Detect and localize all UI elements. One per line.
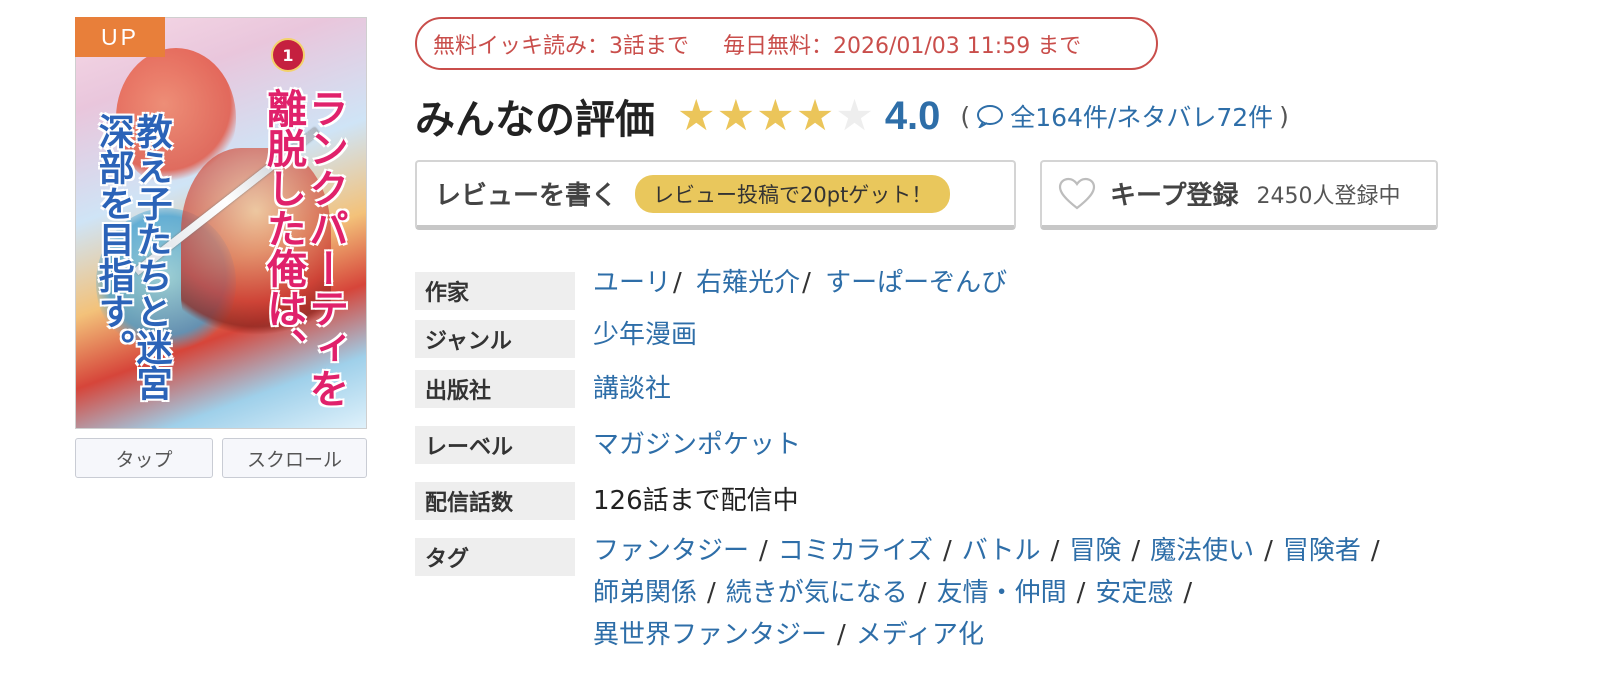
keep-register-count: 2450人登録中 bbox=[1256, 183, 1401, 209]
star-filled-icon: ★ bbox=[677, 90, 716, 141]
tag-separator: / bbox=[1050, 536, 1060, 566]
star-filled-icon: ★ bbox=[716, 90, 756, 141]
tags-label: タグ bbox=[415, 538, 575, 576]
tag-line: 師弟関係 / 続きが気になる / 友情・仲間 / 安定感 / bbox=[593, 572, 1493, 614]
free-daily-text: 毎日無料：2026/01/03 11:59 まで bbox=[723, 33, 1082, 59]
tag-line: 異世界ファンタジー / メディア化 bbox=[593, 614, 1493, 656]
tag-separator: / bbox=[837, 620, 846, 650]
tag-link[interactable]: 魔法使い bbox=[1150, 536, 1254, 566]
label-link[interactable]: マガジンポケット bbox=[593, 430, 801, 460]
heart-icon bbox=[1058, 177, 1096, 209]
author-link[interactable]: 右薙光介 bbox=[696, 268, 800, 298]
tap-mode-button[interactable]: タップ bbox=[75, 438, 213, 478]
tag-separator: / bbox=[1076, 578, 1086, 608]
review-count-text: 全164件/ネタバレ72件 bbox=[1010, 103, 1274, 132]
star-empty-icon: ★ bbox=[835, 90, 874, 141]
keep-register-button[interactable]: キープ登録 2450人登録中 bbox=[1040, 160, 1438, 230]
keep-register-label: キープ登録 bbox=[1110, 181, 1239, 211]
detail-row-author: 作家 ユーリ/ 右薙光介/ すーぱーぞんび bbox=[415, 268, 1007, 310]
cover-title-left: 教え子たちと迷宮深部を目指す。 bbox=[92, 113, 172, 401]
cover-image[interactable]: 1 ランクパーティを離脱した俺は、 教え子たちと迷宮深部を目指す。 bbox=[75, 17, 367, 429]
author-link[interactable]: すーぱーぞんび bbox=[825, 268, 1007, 298]
detail-row-label: レーベル マガジンポケット bbox=[415, 426, 801, 466]
star-rating: ★ ★ ★ ★ ★ bbox=[677, 90, 875, 141]
tag-separator: / bbox=[759, 536, 768, 566]
scroll-mode-button[interactable]: スクロール bbox=[222, 438, 367, 478]
tag-link[interactable]: 異世界ファンタジー bbox=[593, 620, 827, 650]
tag-separator: / bbox=[943, 536, 952, 566]
tag-link[interactable]: 友情・仲間 bbox=[937, 578, 1067, 608]
write-review-label: レビューを書く bbox=[435, 181, 618, 211]
star-filled-icon: ★ bbox=[795, 90, 835, 141]
open-paren: ( bbox=[960, 101, 971, 131]
tag-separator: / bbox=[1131, 536, 1141, 566]
tag-link[interactable]: 安定感 bbox=[1095, 578, 1173, 608]
cover-volume-badge: 1 bbox=[271, 38, 305, 72]
tag-link[interactable]: 続きが気になる bbox=[726, 578, 908, 608]
tag-line: ファンタジー / コミカライズ / バトル / 冒険 / 魔法使い / 冒険者 / bbox=[593, 530, 1493, 572]
tag-separator: / bbox=[1370, 536, 1380, 566]
tag-separator: / bbox=[1183, 578, 1193, 608]
detail-row-genre: ジャンル 少年漫画 bbox=[415, 320, 697, 358]
up-badge: UP bbox=[75, 17, 165, 57]
author-values: ユーリ/ 右薙光介/ すーぱーぞんび bbox=[593, 268, 1008, 298]
episodes-label: 配信話数 bbox=[415, 482, 575, 520]
tag-separator: / bbox=[917, 578, 927, 608]
tag-separator: / bbox=[707, 578, 716, 608]
tags-list: ファンタジー / コミカライズ / バトル / 冒険 / 魔法使い / 冒険者 / 師弟関係 / 続きが気に… bbox=[593, 530, 1493, 656]
episodes-value: 126話まで配信中 bbox=[593, 486, 799, 516]
genre-link[interactable]: 少年漫画 bbox=[593, 320, 697, 350]
tag-link[interactable]: コミカライズ bbox=[778, 536, 933, 566]
free-reading-info: 無料イッキ読み：3話まで 毎日無料：2026/01/03 11:59 まで bbox=[415, 17, 1158, 70]
label-label: レーベル bbox=[415, 426, 575, 464]
detail-row-episodes: 配信話数 126話まで配信中 bbox=[415, 482, 799, 522]
speech-bubble-icon bbox=[977, 105, 1004, 128]
free-ikki-text: 無料イッキ読み：3話まで bbox=[433, 33, 689, 59]
tag-link[interactable]: ファンタジー bbox=[593, 536, 749, 566]
tag-link[interactable]: 冒険者 bbox=[1283, 536, 1361, 566]
publisher-label: 出版社 bbox=[415, 370, 575, 408]
tag-link[interactable]: 冒険 bbox=[1069, 536, 1121, 566]
tag-separator: / bbox=[1264, 536, 1273, 566]
rating-row: みんなの評価 ★ ★ ★ ★ ★ 4.0 ( 全164件/ネタバレ72件 ) bbox=[415, 84, 1295, 148]
publisher-link[interactable]: 講談社 bbox=[593, 374, 671, 404]
tag-link[interactable]: バトル bbox=[962, 536, 1041, 566]
write-review-button[interactable]: レビューを書く レビュー投稿で20ptゲット！ bbox=[415, 160, 1016, 230]
author-label: 作家 bbox=[415, 272, 575, 310]
close-paren: ) bbox=[1279, 101, 1289, 131]
detail-row-tags: タグ ファンタジー / コミカライズ / バトル / 冒険 / 魔法使い / 冒険者 / 師弟関係 / 続き… bbox=[415, 536, 1493, 656]
review-points-promo: レビュー投稿で20ptゲット！ bbox=[635, 174, 951, 213]
tag-link[interactable]: 師弟関係 bbox=[593, 578, 697, 608]
rating-title: みんなの評価 bbox=[415, 97, 655, 143]
detail-row-publisher: 出版社 講談社 bbox=[415, 370, 671, 410]
author-link[interactable]: ユーリ bbox=[593, 268, 671, 298]
star-filled-icon: ★ bbox=[756, 90, 795, 141]
tag-link[interactable]: メディア化 bbox=[856, 620, 984, 650]
review-count-link[interactable]: ( 全164件/ネタバレ72件 ) bbox=[954, 98, 1294, 134]
rating-score: 4.0 bbox=[884, 93, 941, 138]
genre-label: ジャンル bbox=[415, 320, 575, 358]
cover-title-right: ランクパーティを離脱した俺は、 bbox=[260, 88, 348, 408]
